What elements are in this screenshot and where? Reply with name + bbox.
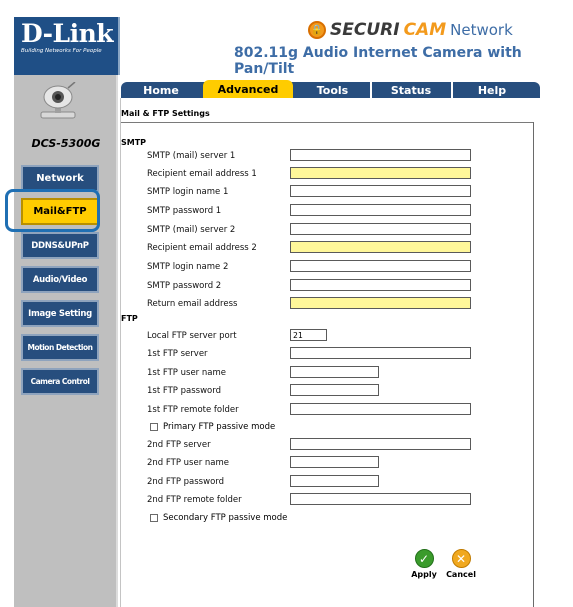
ftp1-folder-input[interactable]	[290, 403, 471, 415]
recipient-email-2-label: Recipient email address 2	[147, 243, 257, 253]
ftp2-server-label: 2nd FTP server	[147, 440, 211, 450]
tab-status[interactable]: Status	[372, 82, 450, 98]
model-label: DCS-5300G	[31, 137, 101, 150]
ftp2-user-label: 2nd FTP user name	[147, 458, 229, 468]
smtp-server-1-label: SMTP (mail) server 1	[147, 151, 236, 161]
tab-tools[interactable]: Tools	[295, 82, 370, 98]
securicam-brand: 🔒 SECURI CAM Network	[308, 20, 513, 40]
sidebar-item-network[interactable]: Network	[21, 165, 99, 192]
logo-text: D-Link	[21, 19, 114, 48]
cancel-button[interactable]: ✕ Cancel	[446, 549, 476, 579]
page-title: Mail & FTP Settings	[121, 109, 210, 118]
ftp1-folder-label: 1st FTP remote folder	[147, 405, 239, 415]
recipient-email-2-input[interactable]	[290, 241, 471, 253]
sidebar-item-motion-detection[interactable]: Motion Detection	[21, 334, 99, 361]
smtp-password-2-input[interactable]	[290, 279, 471, 291]
ftp-heading: FTP	[121, 314, 138, 323]
apply-label: Apply	[411, 570, 437, 579]
sidebar-item-audio-video[interactable]: Audio/Video	[21, 266, 99, 293]
smtp-server-1-input[interactable]	[290, 149, 471, 161]
ftp1-server-label: 1st FTP server	[147, 349, 208, 359]
ftp1-passive-checkbox[interactable]	[150, 423, 158, 431]
ftp1-server-input[interactable]	[290, 347, 471, 359]
ftp2-folder-label: 2nd FTP remote folder	[147, 495, 242, 505]
smtp-password-1-input[interactable]	[290, 204, 471, 216]
return-email-input[interactable]	[290, 297, 471, 309]
camera-icon	[40, 82, 76, 119]
tab-help[interactable]: Help	[453, 82, 531, 98]
sidebar-item-camera-control[interactable]: Camera Control	[21, 368, 99, 395]
ftp-port-label: Local FTP server port	[147, 331, 237, 341]
brand-cam: CAM	[403, 20, 447, 40]
ftp2-passive-label: Secondary FTP passive mode	[163, 513, 288, 523]
active-item-outline	[5, 189, 100, 232]
sidebar-item-ddns-upnp[interactable]: DDNS&UPnP	[21, 232, 99, 259]
ftp1-password-input[interactable]	[290, 384, 379, 396]
return-email-label: Return email address	[147, 299, 238, 309]
title-divider	[121, 122, 533, 123]
ftp1-user-label: 1st FTP user name	[147, 368, 226, 378]
smtp-password-1-label: SMTP password 1	[147, 206, 222, 216]
brand-network: Network	[450, 21, 513, 39]
smtp-login-1-input[interactable]	[290, 185, 471, 197]
product-name: 802.11g Audio Internet Camera with Pan/T…	[234, 45, 522, 77]
smtp-login-1-label: SMTP login name 1	[147, 187, 229, 197]
brand-securi: SECURI	[330, 20, 400, 40]
tab-advanced[interactable]: Advanced	[203, 80, 293, 98]
ftp2-folder-input[interactable]	[290, 493, 471, 505]
recipient-email-1-input[interactable]	[290, 167, 471, 179]
cancel-label: Cancel	[446, 570, 476, 579]
checkmark-icon: ✓	[414, 549, 434, 568]
smtp-server-2-input[interactable]	[290, 223, 471, 235]
apply-button[interactable]: ✓ Apply	[409, 549, 439, 579]
panel-border	[533, 122, 534, 607]
ftp2-passive-checkbox[interactable]	[150, 514, 158, 522]
ftp2-server-input[interactable]	[290, 438, 471, 450]
smtp-login-2-input[interactable]	[290, 260, 471, 272]
ftp1-user-input[interactable]	[290, 366, 379, 378]
smtp-heading: SMTP	[121, 138, 147, 147]
tab-home[interactable]: Home	[121, 82, 201, 98]
cross-icon: ✕	[451, 549, 471, 568]
ftp1-passive-label: Primary FTP passive mode	[163, 422, 276, 432]
logo-tagline: Building Networks For People	[21, 48, 102, 54]
smtp-server-2-label: SMTP (mail) server 2	[147, 225, 236, 235]
sidebar-item-image-setting[interactable]: Image Setting	[21, 300, 99, 327]
smtp-login-2-label: SMTP login name 2	[147, 262, 229, 272]
ftp2-password-label: 2nd FTP password	[147, 477, 225, 487]
ftp2-password-input[interactable]	[290, 475, 379, 487]
recipient-email-1-label: Recipient email address 1	[147, 169, 257, 179]
smtp-password-2-label: SMTP password 2	[147, 281, 222, 291]
ftp1-password-label: 1st FTP password	[147, 386, 221, 396]
lock-icon: 🔒	[308, 21, 326, 39]
ftp-port-input[interactable]	[290, 329, 327, 341]
ftp2-user-input[interactable]	[290, 456, 379, 468]
